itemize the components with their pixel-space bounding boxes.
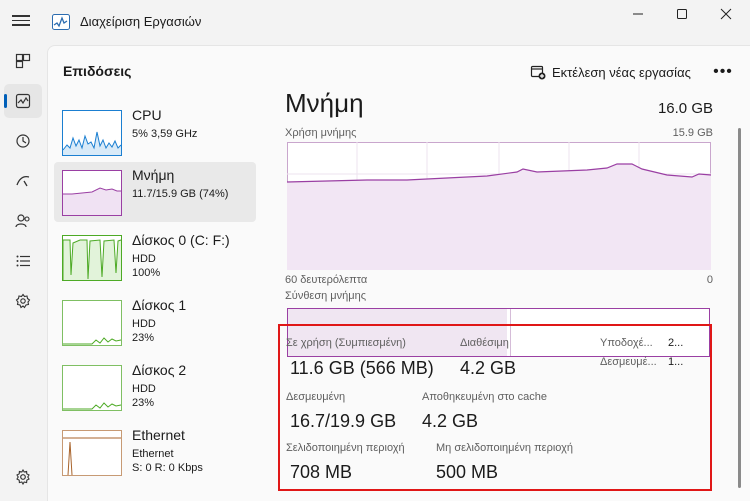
graph-time-start: 60 δευτερόλεπτα — [285, 274, 368, 286]
processes-icon — [15, 53, 31, 69]
device-detail: 5% 3,59 GHz — [132, 128, 198, 140]
title-bar: Διαχείριση Εργασιών — [0, 0, 750, 44]
memory-composition-label: Σύνθεση μνήμης — [285, 290, 367, 302]
committed-label: Δεσμευμένη — [286, 391, 346, 403]
device-item-disk-2[interactable]: Δίσκος 2 HDD 23% — [54, 357, 256, 417]
memory-usage-label: Χρήση μνήμης — [285, 127, 357, 139]
users-icon — [15, 214, 30, 228]
rail-item-performance[interactable] — [4, 84, 42, 118]
device-name: CPU — [132, 107, 162, 123]
services-icon — [15, 293, 31, 309]
more-options-button[interactable]: ••• — [708, 58, 738, 86]
maximize-icon — [677, 9, 687, 19]
disk-0-thumbnail-graph — [62, 235, 122, 281]
device-detail: 11.7/15.9 GB (74%) — [132, 188, 229, 200]
more-options-icon: ••• — [713, 63, 733, 80]
device-detail: Ethernet — [132, 448, 174, 460]
rail-item-services[interactable] — [4, 284, 42, 318]
device-item-memory[interactable]: Μνήμη 11.7/15.9 GB (74%) — [54, 162, 256, 222]
maximize-button[interactable] — [658, 0, 706, 28]
available-label: Διαθέσιμη — [460, 337, 509, 349]
device-item-disk-1[interactable]: Δίσκος 1 HDD 23% — [54, 292, 256, 352]
device-detail: HDD — [132, 318, 156, 330]
rail-item-settings[interactable] — [4, 460, 42, 494]
gear-icon — [16, 469, 30, 485]
startup-apps-icon — [16, 176, 30, 187]
device-name: Ethernet — [132, 427, 185, 443]
device-detail-2: 23% — [132, 332, 155, 344]
reserved-value: 1... — [668, 356, 684, 368]
device-list: CPU 5% 3,59 GHz Μνήμη 11.7/15.9 GB (74%)… — [48, 94, 258, 501]
paged-pool-label: Σελιδοποιημένη περιοχή — [286, 442, 405, 454]
minimize-button[interactable] — [614, 0, 662, 28]
in-use-value: 11.6 GB (566 MB) — [290, 358, 434, 378]
run-new-task-button[interactable]: Εκτέλεση νέας εργασίας — [530, 58, 691, 86]
device-name: Μνήμη — [132, 167, 175, 183]
device-name: Δίσκος 2 — [132, 362, 187, 378]
disk-2-thumbnail-graph — [62, 365, 122, 411]
device-detail: HDD — [132, 383, 156, 395]
reserved-label: Δεσμευμέ... — [600, 356, 657, 368]
rail-item-app-history[interactable] — [4, 124, 42, 158]
memory-usage-graph — [287, 142, 711, 270]
memory-stats: Σε χρήση (Συμπιεσμένη) 11.6 GB (566 MB) … — [286, 326, 726, 491]
close-button[interactable] — [702, 0, 750, 28]
paged-pool-value: 708 MB — [290, 462, 353, 482]
in-use-label: Σε χρήση (Συμπιεσμένη) — [286, 337, 406, 349]
performance-icon — [15, 93, 31, 109]
app-history-icon — [16, 134, 30, 148]
cached-label: Αποθηκευμένη στο cache — [422, 391, 547, 403]
memory-thumbnail-graph — [62, 170, 122, 216]
cached-value: 4.2 GB — [422, 411, 479, 431]
window-title: Διαχείριση Εργασιών — [80, 14, 202, 29]
close-icon — [720, 8, 732, 20]
rail-item-startup-apps[interactable] — [4, 164, 42, 198]
committed-value: 16.7/19.9 GB — [290, 411, 397, 431]
nonpaged-pool-value: 500 MB — [436, 462, 499, 482]
nonpaged-pool-label: Μη σελιδοποιημένη περιοχή — [436, 442, 573, 454]
device-item-disk-0[interactable]: Δίσκος 0 (C: F:) HDD 100% — [54, 227, 256, 287]
device-detail: HDD — [132, 253, 156, 265]
navigation-rail — [0, 44, 46, 500]
graph-time-end: 0 — [706, 274, 713, 286]
disk-1-thumbnail-graph — [62, 300, 122, 346]
memory-usage-max: 15.9 GB — [672, 127, 713, 139]
minimize-icon — [633, 13, 643, 15]
cpu-thumbnail-graph — [62, 110, 122, 156]
slots-value: 2... — [668, 337, 684, 349]
run-new-task-icon — [530, 65, 546, 80]
task-manager-app-icon — [52, 14, 70, 30]
details-icon — [16, 255, 30, 267]
rail-item-processes[interactable] — [4, 44, 42, 78]
slots-label: Υποδοχέ... — [600, 337, 653, 349]
device-item-ethernet[interactable]: Ethernet Ethernet S: 0 R: 0 Kbps — [54, 422, 256, 482]
ethernet-thumbnail-graph — [62, 430, 122, 476]
device-item-cpu[interactable]: CPU 5% 3,59 GHz — [54, 102, 256, 162]
device-detail-2: S: 0 R: 0 Kbps — [132, 462, 203, 474]
device-detail-2: 100% — [132, 267, 161, 279]
device-name: Δίσκος 0 (C: F:) — [132, 232, 230, 248]
memory-heading: Μνήμη — [285, 88, 364, 118]
device-name: Δίσκος 1 — [132, 297, 187, 313]
available-value: 4.2 GB — [460, 358, 517, 378]
vertical-scrollbar[interactable] — [738, 128, 741, 488]
run-new-task-label: Εκτέλεση νέας εργασίας — [552, 64, 691, 80]
rail-item-details[interactable] — [4, 244, 42, 278]
device-detail-2: 23% — [132, 397, 155, 409]
page-title: Επιδόσεις — [63, 63, 132, 79]
memory-total: 16.0 GB — [657, 100, 713, 117]
rail-item-users[interactable] — [4, 204, 42, 238]
content-pane: Επιδόσεις Εκτέλεση νέας εργασίας ••• CPU… — [47, 45, 750, 501]
hamburger-menu-button[interactable] — [10, 12, 32, 32]
